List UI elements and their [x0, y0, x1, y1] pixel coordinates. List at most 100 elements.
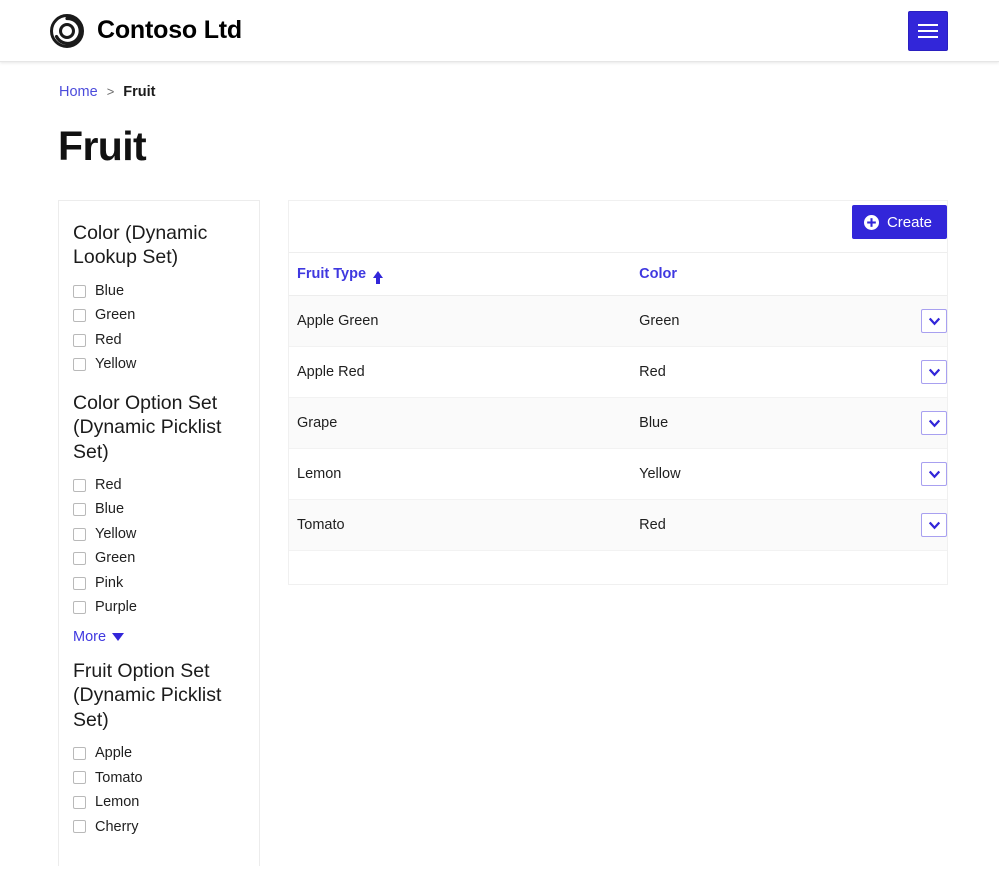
- breadcrumb-separator: >: [106, 84, 115, 99]
- facet-option-label: Pink: [95, 574, 124, 591]
- checkbox-icon[interactable]: [73, 820, 86, 834]
- cell-color: Yellow: [631, 448, 869, 500]
- checkbox-icon[interactable]: [73, 771, 86, 785]
- facet-option-label: Blue: [95, 282, 125, 299]
- facet-option[interactable]: Apple: [73, 741, 245, 766]
- facet-option-label: Red: [95, 476, 122, 493]
- checkbox-icon[interactable]: [73, 552, 86, 566]
- table-row[interactable]: Apple Green Green: [289, 295, 947, 347]
- row-menu-chevron-down-icon[interactable]: [921, 462, 947, 486]
- facet-group: Color (Dynamic Lookup Set) Blue Green Red Ye…: [73, 221, 245, 377]
- checkbox-icon[interactable]: [73, 309, 86, 322]
- facet-option[interactable]: Red: [73, 328, 245, 353]
- table-body: Apple Green Green Apple Red Red Grape Blue Lem…: [289, 295, 947, 551]
- cell-fruit-type: Grape: [289, 397, 632, 449]
- facet-option[interactable]: Yellow: [73, 522, 245, 547]
- checkbox-icon[interactable]: [73, 478, 86, 492]
- checkbox-icon[interactable]: [73, 795, 86, 809]
- app-header: Contoso Ltd: [0, 0, 999, 62]
- facet-option-label: Green: [95, 550, 136, 567]
- facet-option[interactable]: Lemon: [73, 790, 245, 815]
- facet-option[interactable]: Green: [73, 303, 245, 328]
- cell-actions: [868, 397, 947, 449]
- table-row[interactable]: Grape Blue: [289, 397, 947, 449]
- facet-option[interactable]: Green: [73, 546, 245, 571]
- table-row[interactable]: Apple Red Red: [289, 346, 947, 398]
- cell-color: Blue: [631, 397, 869, 449]
- facet-option-label: Yellow: [95, 525, 137, 542]
- facet-more-link[interactable]: More: [73, 629, 245, 645]
- hamburger-menu-icon[interactable]: [908, 11, 948, 51]
- table-header: Fruit Type Color: [289, 253, 947, 296]
- row-menu-chevron-down-icon[interactable]: [921, 360, 947, 384]
- breadcrumb: Home > Fruit: [59, 84, 999, 100]
- cell-color: Red: [631, 346, 869, 398]
- facet-filter-panel: Color (Dynamic Lookup Set) Blue Green Red Ye…: [58, 200, 260, 866]
- cell-actions: [868, 346, 947, 398]
- create-button[interactable]: Create: [851, 205, 947, 239]
- checkbox-icon[interactable]: [73, 576, 86, 590]
- page-title: Fruit: [58, 123, 147, 169]
- page-content: Color (Dynamic Lookup Set) Blue Green Red Ye…: [0, 200, 999, 866]
- checkbox-icon[interactable]: [73, 358, 86, 371]
- table-row[interactable]: Tomato Red: [289, 499, 947, 551]
- facet-option[interactable]: Blue: [73, 497, 245, 522]
- checkbox-icon[interactable]: [73, 333, 86, 347]
- facet-option[interactable]: Pink: [73, 571, 245, 596]
- column-header-fruit-type[interactable]: Fruit Type: [289, 253, 632, 296]
- cell-color: Green: [631, 295, 869, 347]
- row-menu-chevron-down-icon[interactable]: [921, 513, 947, 537]
- contoso-spiral-logo-icon: [50, 13, 84, 48]
- facet-option[interactable]: Yellow: [73, 352, 245, 377]
- facet-option-label: Yellow: [95, 356, 137, 373]
- table-header-row: Fruit Type Color: [289, 253, 947, 296]
- cell-fruit-type: Apple Red: [289, 346, 632, 398]
- facet-option-label: Green: [95, 307, 136, 324]
- facet-option-label: Blue: [95, 501, 125, 518]
- row-menu-chevron-down-icon[interactable]: [921, 309, 947, 333]
- checkbox-icon[interactable]: [73, 601, 86, 615]
- create-button-label: Create: [886, 213, 932, 231]
- column-header-color[interactable]: Color: [631, 253, 869, 296]
- cell-color: Red: [631, 499, 869, 551]
- table-row[interactable]: Lemon Yellow: [289, 448, 947, 500]
- facet-option-label: Tomato: [95, 769, 143, 786]
- grid-footer: [289, 551, 947, 584]
- brand: Contoso Ltd: [50, 13, 242, 48]
- column-header-color-label: Color: [639, 266, 678, 282]
- cell-fruit-type: Lemon: [289, 448, 632, 500]
- hamburger-bar: [918, 24, 938, 26]
- breadcrumb-item-home[interactable]: Home: [59, 84, 98, 100]
- facet-option-label: Cherry: [95, 818, 139, 835]
- hamburger-bar: [918, 30, 938, 32]
- column-header-fruit-type-label: Fruit Type: [297, 266, 367, 282]
- hamburger-bar: [918, 36, 938, 38]
- cell-fruit-type: Apple Green: [289, 295, 632, 347]
- facet-option-label: Purple: [95, 599, 137, 616]
- checkbox-icon[interactable]: [73, 527, 86, 541]
- facet-option-label: Apple: [95, 745, 133, 761]
- checkbox-icon[interactable]: [73, 284, 86, 298]
- facet-option-label: Lemon: [95, 794, 140, 810]
- row-menu-chevron-down-icon[interactable]: [921, 411, 947, 435]
- facet-option[interactable]: Red: [73, 473, 245, 498]
- facet-group-title: Color (Dynamic Lookup Set): [73, 222, 208, 269]
- facet-group-title: Fruit Option Set (Dynamic Picklist Set): [73, 659, 222, 731]
- checkbox-icon[interactable]: [73, 503, 86, 517]
- brand-name: Contoso Ltd: [97, 16, 242, 44]
- facet-option[interactable]: Blue: [73, 279, 245, 304]
- records-grid-panel: Create Fruit Type Color Apple Green Gree…: [288, 200, 948, 585]
- facet-group-title: Color Option Set (Dynamic Picklist Set): [73, 391, 222, 463]
- records-table: Fruit Type Color Apple Green Green Apple R…: [289, 253, 947, 551]
- grid-toolbar: Create: [289, 201, 947, 253]
- cell-actions: [868, 499, 947, 551]
- cell-actions: [868, 448, 947, 500]
- breadcrumb-item-current: Fruit: [123, 84, 156, 100]
- facet-option[interactable]: Cherry: [73, 815, 245, 840]
- facet-option-label: Red: [95, 331, 122, 348]
- facet-option[interactable]: Purple: [73, 595, 245, 620]
- checkbox-icon[interactable]: [73, 746, 86, 760]
- facet-group: Color Option Set (Dynamic Picklist Set) R…: [73, 391, 245, 645]
- facet-group: Fruit Option Set (Dynamic Picklist Set) A…: [73, 659, 245, 839]
- facet-option[interactable]: Tomato: [73, 766, 245, 791]
